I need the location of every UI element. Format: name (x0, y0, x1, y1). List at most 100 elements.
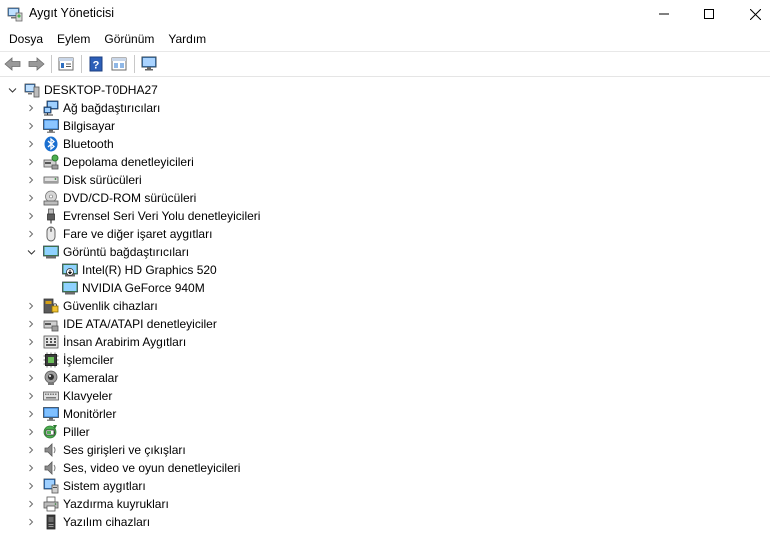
expand-chevron-icon[interactable] (25, 513, 37, 531)
expand-chevron-icon[interactable] (25, 297, 37, 315)
tree-device[interactable]: Intel(R) HD Graphics 520 (62, 261, 217, 279)
expand-chevron-icon[interactable] (25, 351, 37, 369)
close-icon (749, 8, 761, 20)
collapse-chevron-icon[interactable] (6, 81, 18, 99)
tree-category[interactable]: Bluetooth (43, 135, 114, 153)
toolbar: ? (0, 51, 770, 77)
help-icon: ? (88, 56, 104, 72)
tree-category[interactable]: Klavyeler (43, 387, 112, 405)
expand-chevron-icon[interactable] (25, 225, 37, 243)
expand-chevron-icon[interactable] (25, 333, 37, 351)
tree-category[interactable]: Ses girişleri ve çıkışları (43, 441, 186, 459)
usb-icon (43, 208, 59, 224)
tree-node-label: Ses, video ve oyun denetleyicileri (63, 461, 241, 475)
tree-node-label: Intel(R) HD Graphics 520 (82, 263, 217, 277)
tree-node-label: DVD/CD-ROM sürücüleri (63, 191, 197, 205)
tree-category[interactable]: Piller (43, 423, 90, 441)
ide-controller-icon (43, 316, 59, 332)
expand-chevron-icon[interactable] (25, 423, 37, 441)
tree-category[interactable]: Fare ve diğer işaret aygıtları (43, 225, 212, 243)
menu-gorunum[interactable]: Görünüm (97, 29, 161, 49)
tree-node-label: Görüntü bağdaştırıcıları (63, 245, 190, 259)
expand-chevron-icon[interactable] (25, 99, 37, 117)
tree-category[interactable]: Ağ bağdaştırıcıları (43, 99, 160, 117)
tree-node-label: DESKTOP-T0DHA27 (44, 83, 158, 97)
tree-category[interactable]: Sistem aygıtları (43, 477, 146, 495)
menu-dosya[interactable]: Dosya (2, 29, 50, 49)
expand-chevron-icon[interactable] (25, 315, 37, 333)
title-bar: Aygıt Yöneticisi (0, 0, 770, 28)
expand-chevron-icon[interactable] (25, 189, 37, 207)
display-adapter-icon (62, 280, 78, 296)
tree-category[interactable]: Yazdırma kuyrukları (43, 495, 169, 513)
tree-category[interactable]: İnsan Arabirim Aygıtları (43, 333, 186, 351)
tree-category[interactable]: İşlemciler (43, 351, 114, 369)
expand-chevron-icon[interactable] (25, 153, 37, 171)
close-button[interactable] (732, 0, 770, 28)
expand-chevron-icon[interactable] (25, 369, 37, 387)
menu-yardim[interactable]: Yardım (161, 29, 213, 49)
expand-chevron-icon[interactable] (25, 459, 37, 477)
properties-button[interactable] (55, 53, 77, 75)
monitor-icon (43, 406, 59, 422)
back-button[interactable] (2, 53, 24, 75)
minimize-button[interactable] (641, 0, 687, 28)
expand-chevron-icon[interactable] (25, 495, 37, 513)
view-button[interactable] (108, 53, 130, 75)
tree-node-label: Depolama denetleyicileri (63, 155, 194, 169)
expand-chevron-icon[interactable] (25, 441, 37, 459)
tree-node-label: Ağ bağdaştırıcıları (63, 101, 161, 115)
expand-chevron-icon[interactable] (25, 387, 37, 405)
tree-category[interactable]: Monitörler (43, 405, 116, 423)
network-adapter-icon (43, 100, 59, 116)
minimize-icon (659, 13, 669, 15)
speaker-icon (43, 460, 59, 476)
menu-eylem[interactable]: Eylem (50, 29, 97, 49)
expand-chevron-icon[interactable] (25, 477, 37, 495)
device-tree: DESKTOP-T0DHA27 Ağ bağdaştırıcıları Bilgis… (0, 80, 770, 538)
tree-category[interactable]: Evrensel Seri Veri Yolu denetleyicileri (43, 207, 260, 225)
toolbar-separator (51, 55, 52, 73)
expand-chevron-icon[interactable] (25, 207, 37, 225)
expand-chevron-icon[interactable] (25, 135, 37, 153)
expand-chevron-icon[interactable] (25, 405, 37, 423)
tree-node-label: Fare ve diğer işaret aygıtları (63, 227, 213, 241)
tree-root-computer[interactable]: DESKTOP-T0DHA27 (24, 81, 158, 99)
back-arrow-icon (4, 56, 22, 72)
monitor-scan-icon (140, 56, 158, 72)
tree-node-label: Ses girişleri ve çıkışları (63, 443, 186, 457)
maximize-button[interactable] (686, 0, 732, 28)
tree-device[interactable]: NVIDIA GeForce 940M (62, 279, 205, 297)
tree-category[interactable]: Ses, video ve oyun denetleyicileri (43, 459, 240, 477)
tree-node-label: Piller (63, 425, 90, 439)
tree-category[interactable]: Disk sürücüleri (43, 171, 142, 189)
tree-node-label: Kameralar (63, 371, 119, 385)
tree-node-label: Disk sürücüleri (63, 173, 142, 187)
tree-node-label: Bluetooth (63, 137, 114, 151)
expand-chevron-icon[interactable] (25, 117, 37, 135)
tree-category[interactable]: Kameralar (43, 369, 118, 387)
device-manager-icon (7, 6, 23, 22)
tree-category[interactable]: Güvenlik cihazları (43, 297, 158, 315)
tree-category[interactable]: Görüntü bağdaştırıcıları (43, 243, 189, 261)
tree-node-label: Klavyeler (63, 389, 113, 403)
tree-category[interactable]: IDE ATA/ATAPI denetleyiciler (43, 315, 217, 333)
battery-icon (43, 424, 59, 440)
help-button[interactable]: ? (85, 53, 107, 75)
view-icon (111, 56, 127, 72)
tree-node-label: Evrensel Seri Veri Yolu denetleyicileri (63, 209, 261, 223)
collapse-chevron-icon[interactable] (25, 243, 37, 261)
storage-controller-icon (43, 154, 59, 170)
scan-hardware-button[interactable] (138, 53, 160, 75)
window-title: Aygıt Yöneticisi (29, 6, 115, 20)
dvd-icon (43, 190, 59, 206)
expand-chevron-icon[interactable] (25, 171, 37, 189)
tree-node-label: İşlemciler (63, 353, 114, 367)
forward-arrow-icon (27, 56, 45, 72)
forward-button[interactable] (25, 53, 47, 75)
tree-category[interactable]: DVD/CD-ROM sürücüleri (43, 189, 196, 207)
tree-category[interactable]: Yazılım cihazları (43, 513, 150, 531)
display-adapter-disabled-icon (62, 262, 78, 278)
tree-category[interactable]: Depolama denetleyicileri (43, 153, 194, 171)
tree-category[interactable]: Bilgisayar (43, 117, 115, 135)
